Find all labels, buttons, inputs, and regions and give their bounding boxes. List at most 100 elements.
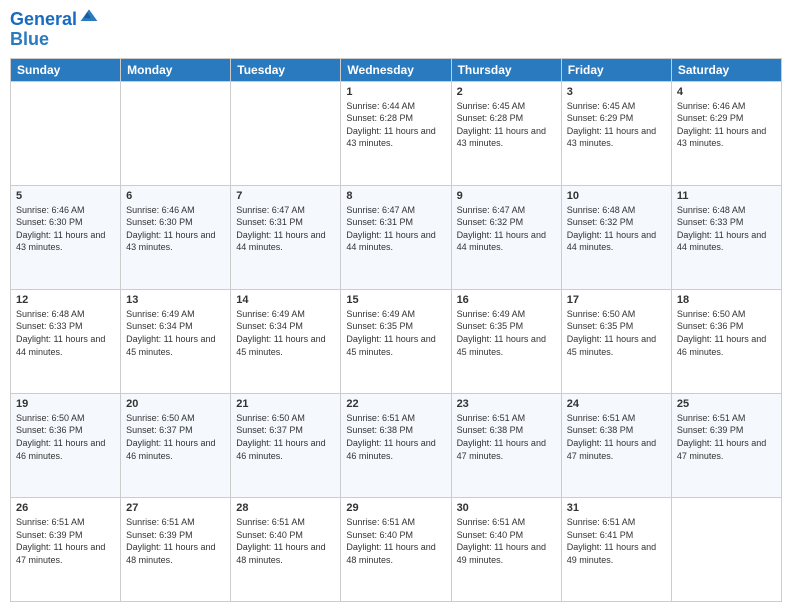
day-cell: 22 Sunrise: 6:51 AM Sunset: 6:38 PM Dayli…	[341, 393, 451, 497]
day-number: 28	[236, 502, 335, 514]
day-info: Sunrise: 6:51 AM Sunset: 6:39 PM Dayligh…	[126, 516, 225, 566]
day-cell: 16Sunrise: 6:49 AM Sunset: 6:35 PM Dayli…	[451, 289, 561, 393]
logo-text: General	[10, 10, 77, 30]
day-cell: 30 Sunrise: 6:51 AM Sunset: 6:40 PM Dayli…	[451, 497, 561, 601]
day-info: Sunrise: 6:45 AM Sunset: 6:28 PM Dayligh…	[457, 100, 556, 150]
weekday-friday: Friday	[561, 58, 671, 81]
day-number: 14	[236, 294, 335, 306]
day-cell: 18 Sunrise: 6:50 AM Sunset: 6:36 PM Dayli…	[671, 289, 781, 393]
day-number: 12	[16, 294, 115, 306]
day-cell: 3Sunrise: 6:45 AM Sunset: 6:29 PM Daylig…	[561, 81, 671, 185]
day-cell: 28 Sunrise: 6:51 AM Sunset: 6:40 PM Dayli…	[231, 497, 341, 601]
calendar: SundayMondayTuesdayWednesdayThursdayFrid…	[10, 58, 782, 602]
week-row-3: 19Sunrise: 6:50 AM Sunset: 6:36 PM Dayli…	[11, 393, 782, 497]
day-cell: 19Sunrise: 6:50 AM Sunset: 6:36 PM Dayli…	[11, 393, 121, 497]
day-number: 3	[567, 86, 666, 98]
week-row-4: 26 Sunrise: 6:51 AM Sunset: 6:39 PM Dayli…	[11, 497, 782, 601]
day-cell: 7 Sunrise: 6:47 AM Sunset: 6:31 PM Daylig…	[231, 185, 341, 289]
day-info: Sunrise: 6:51 AM Sunset: 6:39 PM Dayligh…	[16, 516, 115, 566]
day-number: 4	[677, 86, 776, 98]
day-number: 26	[16, 502, 115, 514]
day-info: Sunrise: 6:49 AM Sunset: 6:35 PM Dayligh…	[457, 308, 556, 358]
day-number: 29	[346, 502, 445, 514]
day-info: Sunrise: 6:47 AM Sunset: 6:32 PM Dayligh…	[457, 204, 556, 254]
week-row-2: 12 Sunrise: 6:48 AM Sunset: 6:33 PM Dayli…	[11, 289, 782, 393]
day-cell: 12 Sunrise: 6:48 AM Sunset: 6:33 PM Dayli…	[11, 289, 121, 393]
day-info: Sunrise: 6:50 AM Sunset: 6:35 PM Dayligh…	[567, 308, 666, 358]
day-info: Sunrise: 6:51 AM Sunset: 6:40 PM Dayligh…	[236, 516, 335, 566]
day-number: 17	[567, 294, 666, 306]
day-cell: 26 Sunrise: 6:51 AM Sunset: 6:39 PM Dayli…	[11, 497, 121, 601]
day-info: Sunrise: 6:47 AM Sunset: 6:31 PM Dayligh…	[236, 204, 335, 254]
day-cell: 11 Sunrise: 6:48 AM Sunset: 6:33 PM Dayli…	[671, 185, 781, 289]
logo: General Blue	[10, 10, 99, 50]
day-info: Sunrise: 6:50 AM Sunset: 6:36 PM Dayligh…	[677, 308, 776, 358]
weekday-sunday: Sunday	[11, 58, 121, 81]
day-number: 18	[677, 294, 776, 306]
day-number: 6	[126, 190, 225, 202]
day-number: 15	[346, 294, 445, 306]
day-number: 22	[346, 398, 445, 410]
day-info: Sunrise: 6:51 AM Sunset: 6:40 PM Dayligh…	[457, 516, 556, 566]
week-row-0: 1Sunrise: 6:44 AM Sunset: 6:28 PM Daylig…	[11, 81, 782, 185]
day-number: 13	[126, 294, 225, 306]
day-cell: 14 Sunrise: 6:49 AM Sunset: 6:34 PM Dayli…	[231, 289, 341, 393]
day-cell: 17 Sunrise: 6:50 AM Sunset: 6:35 PM Dayli…	[561, 289, 671, 393]
page: General Blue SundayMondayTuesdayWednesda…	[0, 0, 792, 612]
day-info: Sunrise: 6:46 AM Sunset: 6:29 PM Dayligh…	[677, 100, 776, 150]
day-info: Sunrise: 6:51 AM Sunset: 6:39 PM Dayligh…	[677, 412, 776, 462]
day-cell: 25Sunrise: 6:51 AM Sunset: 6:39 PM Dayli…	[671, 393, 781, 497]
day-cell: 15 Sunrise: 6:49 AM Sunset: 6:35 PM Dayli…	[341, 289, 451, 393]
day-info: Sunrise: 6:49 AM Sunset: 6:34 PM Dayligh…	[236, 308, 335, 358]
day-info: Sunrise: 6:51 AM Sunset: 6:38 PM Dayligh…	[457, 412, 556, 462]
day-number: 7	[236, 190, 335, 202]
day-cell: 23 Sunrise: 6:51 AM Sunset: 6:38 PM Dayli…	[451, 393, 561, 497]
day-info: Sunrise: 6:51 AM Sunset: 6:38 PM Dayligh…	[346, 412, 445, 462]
day-number: 27	[126, 502, 225, 514]
day-cell: 1Sunrise: 6:44 AM Sunset: 6:28 PM Daylig…	[341, 81, 451, 185]
day-info: Sunrise: 6:46 AM Sunset: 6:30 PM Dayligh…	[126, 204, 225, 254]
day-info: Sunrise: 6:51 AM Sunset: 6:41 PM Dayligh…	[567, 516, 666, 566]
day-info: Sunrise: 6:51 AM Sunset: 6:40 PM Dayligh…	[346, 516, 445, 566]
day-info: Sunrise: 6:48 AM Sunset: 6:33 PM Dayligh…	[677, 204, 776, 254]
day-info: Sunrise: 6:51 AM Sunset: 6:38 PM Dayligh…	[567, 412, 666, 462]
day-cell: 27 Sunrise: 6:51 AM Sunset: 6:39 PM Dayli…	[121, 497, 231, 601]
weekday-wednesday: Wednesday	[341, 58, 451, 81]
day-cell: 4 Sunrise: 6:46 AM Sunset: 6:29 PM Daylig…	[671, 81, 781, 185]
day-info: Sunrise: 6:44 AM Sunset: 6:28 PM Dayligh…	[346, 100, 445, 150]
day-info: Sunrise: 6:47 AM Sunset: 6:31 PM Dayligh…	[346, 204, 445, 254]
day-number: 8	[346, 190, 445, 202]
week-row-1: 5Sunrise: 6:46 AM Sunset: 6:30 PM Daylig…	[11, 185, 782, 289]
day-number: 19	[16, 398, 115, 410]
day-cell: 2 Sunrise: 6:45 AM Sunset: 6:28 PM Daylig…	[451, 81, 561, 185]
day-cell	[231, 81, 341, 185]
day-cell: 29 Sunrise: 6:51 AM Sunset: 6:40 PM Dayli…	[341, 497, 451, 601]
day-cell: 8 Sunrise: 6:47 AM Sunset: 6:31 PM Daylig…	[341, 185, 451, 289]
day-number: 11	[677, 190, 776, 202]
day-cell: 21Sunrise: 6:50 AM Sunset: 6:37 PM Dayli…	[231, 393, 341, 497]
day-number: 20	[126, 398, 225, 410]
day-number: 24	[567, 398, 666, 410]
day-number: 30	[457, 502, 556, 514]
day-cell: 20Sunrise: 6:50 AM Sunset: 6:37 PM Dayli…	[121, 393, 231, 497]
day-number: 23	[457, 398, 556, 410]
day-info: Sunrise: 6:50 AM Sunset: 6:37 PM Dayligh…	[236, 412, 335, 462]
weekday-saturday: Saturday	[671, 58, 781, 81]
header: General Blue	[10, 10, 782, 50]
day-number: 31	[567, 502, 666, 514]
logo-blue: Blue	[10, 30, 99, 50]
weekday-tuesday: Tuesday	[231, 58, 341, 81]
day-info: Sunrise: 6:48 AM Sunset: 6:32 PM Dayligh…	[567, 204, 666, 254]
day-cell	[11, 81, 121, 185]
day-cell: 31 Sunrise: 6:51 AM Sunset: 6:41 PM Dayli…	[561, 497, 671, 601]
day-number: 10	[567, 190, 666, 202]
day-info: Sunrise: 6:49 AM Sunset: 6:35 PM Dayligh…	[346, 308, 445, 358]
day-number: 9	[457, 190, 556, 202]
day-cell: 13Sunrise: 6:49 AM Sunset: 6:34 PM Dayli…	[121, 289, 231, 393]
day-cell	[671, 497, 781, 601]
day-info: Sunrise: 6:48 AM Sunset: 6:33 PM Dayligh…	[16, 308, 115, 358]
day-info: Sunrise: 6:46 AM Sunset: 6:30 PM Dayligh…	[16, 204, 115, 254]
logo-icon	[79, 6, 99, 26]
day-cell: 24 Sunrise: 6:51 AM Sunset: 6:38 PM Dayli…	[561, 393, 671, 497]
day-number: 2	[457, 86, 556, 98]
